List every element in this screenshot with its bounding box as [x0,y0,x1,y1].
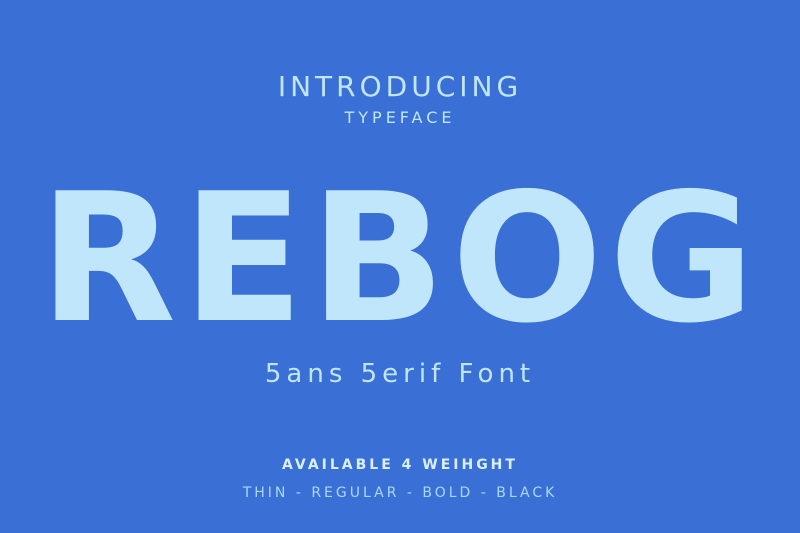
weights-available-note: AVAILABLE 4 WEIHGHT [282,457,518,473]
font-name-title: REBOG [39,155,761,362]
weights-list: THIN - REGULAR - BOLD - BLACK [242,485,558,501]
typeface-poster: INTRODUCING TYPEFACE REBOG 5ans 5erif Fo… [0,0,800,533]
font-style-subtitle: 5ans 5erif Font [264,359,536,389]
intro-heading: INTRODUCING [277,70,523,103]
typeface-label: TYPEFACE [344,108,456,127]
